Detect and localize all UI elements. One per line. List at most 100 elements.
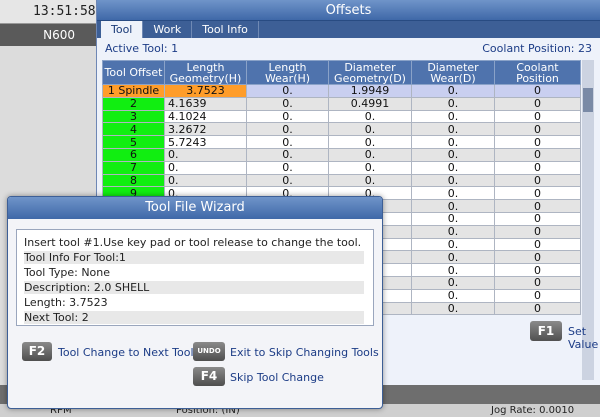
table-cell[interactable]: 6	[102, 147, 165, 162]
table-cell[interactable]: 0	[494, 122, 581, 137]
table-cell[interactable]: 0	[494, 173, 581, 188]
table-cell[interactable]: 0.	[246, 84, 329, 98]
table-cell[interactable]: 0	[494, 147, 581, 162]
table-cell[interactable]: 0.	[164, 173, 247, 188]
table-cell[interactable]: 5.7243	[164, 135, 247, 149]
table-cell[interactable]: 8	[102, 173, 165, 188]
table-cell[interactable]: 0.	[246, 135, 329, 149]
f4-key[interactable]: F4	[193, 367, 225, 386]
table-cell[interactable]: 0	[494, 160, 581, 175]
table-cell[interactable]: 0.	[411, 122, 495, 137]
table-cell[interactable]: 0.	[411, 250, 495, 265]
table-cell[interactable]: 0	[494, 84, 581, 98]
table-cell[interactable]: 0	[494, 301, 581, 316]
table-cell[interactable]: 0	[494, 211, 581, 226]
offsets-tabs: Tool Work Tool Info	[97, 21, 600, 38]
table-header-row: Tool Offset Length Geometry(H) Length We…	[102, 60, 581, 85]
header-diameter-geometry: Diameter Geometry(D)	[328, 60, 412, 85]
table-cell[interactable]: 1 Spindle	[102, 84, 165, 98]
table-row[interactable]: 6 0. 0. 0. 0. 0	[102, 147, 581, 162]
table-cell[interactable]: 0.	[411, 237, 495, 252]
coolant-position-label: Coolant Position: 23	[482, 42, 592, 55]
tab-work[interactable]: Work	[143, 21, 193, 38]
table-row[interactable]: 8 0. 0. 0. 0. 0	[102, 173, 581, 188]
scrollbar-thumb[interactable]	[583, 88, 593, 112]
tab-tool-info[interactable]: Tool Info	[192, 21, 259, 38]
table-cell[interactable]: 2	[102, 96, 165, 111]
table-row[interactable]: 7 0. 0. 0. 0. 0	[102, 160, 581, 175]
wizard-message-box: Insert tool #1.Use key pad or tool relea…	[16, 229, 374, 326]
table-cell[interactable]: 0.	[246, 96, 329, 111]
table-cell[interactable]: 0.	[411, 84, 495, 98]
header-coolant-position: Coolant Position	[494, 60, 581, 85]
tab-tool[interactable]: Tool	[101, 21, 144, 38]
table-cell[interactable]: 4.1024	[164, 109, 247, 124]
table-cell[interactable]: 0.	[246, 109, 329, 124]
table-cell[interactable]: 3.2672	[164, 122, 247, 137]
table-cell[interactable]: 3	[102, 109, 165, 124]
active-tool-label: Active Tool: 1	[105, 42, 179, 55]
table-cell[interactable]: 0.	[411, 96, 495, 111]
table-cell[interactable]: 4	[102, 122, 165, 137]
table-cell[interactable]: 4.1639	[164, 96, 247, 111]
undo-key[interactable]: UNDO	[193, 342, 225, 361]
table-cell[interactable]: 0.	[246, 147, 329, 162]
table-cell[interactable]: 0.	[411, 147, 495, 162]
table-cell[interactable]: 0	[494, 199, 581, 213]
table-row[interactable]: 1 Spindle 3.7523 0. 1.9949 0. 0	[102, 84, 581, 98]
f2-key[interactable]: F2	[22, 342, 52, 361]
table-cell[interactable]: 0.	[411, 135, 495, 149]
table-cell[interactable]: 0	[494, 275, 581, 290]
table-cell[interactable]: 7	[102, 160, 165, 175]
table-cell[interactable]: 0.	[411, 301, 495, 316]
table-cell[interactable]: 0	[494, 109, 581, 124]
table-cell[interactable]: 0.	[328, 135, 412, 149]
table-cell[interactable]: 0	[494, 135, 581, 149]
table-cell[interactable]: 0.	[411, 173, 495, 188]
table-cell[interactable]: 0	[494, 237, 581, 252]
table-cell[interactable]: 0.	[328, 160, 412, 175]
table-cell[interactable]: 0.	[411, 186, 495, 201]
table-row[interactable]: 4 3.2672 0. 0. 0. 0	[102, 122, 581, 137]
table-cell[interactable]: 0.	[246, 173, 329, 188]
table-cell[interactable]: 0.	[246, 160, 329, 175]
table-cell[interactable]: 0.	[328, 109, 412, 124]
header-length-wear: Length Wear(H)	[246, 60, 329, 85]
clock-display: 13:51:58	[0, 0, 96, 24]
table-cell[interactable]: 0.	[411, 160, 495, 175]
table-cell[interactable]: 0.	[328, 173, 412, 188]
table-cell[interactable]: 0.	[411, 275, 495, 290]
table-cell[interactable]: 3.7523	[164, 84, 247, 98]
table-cell[interactable]: 0.	[328, 147, 412, 162]
table-cell[interactable]: 0.	[164, 147, 247, 162]
table-cell[interactable]: 0.	[411, 211, 495, 226]
tool-file-wizard-dialog: Tool File Wizard Insert tool #1.Use key …	[7, 196, 383, 409]
table-row[interactable]: 2 4.1639 0. 0.4991 0. 0	[102, 96, 581, 111]
table-cell[interactable]: 5	[102, 135, 165, 149]
table-cell[interactable]: 0	[494, 250, 581, 265]
set-value-label: Set Value	[568, 325, 599, 351]
table-cell[interactable]: 1.9949	[328, 84, 412, 98]
table-cell[interactable]: 0	[494, 96, 581, 111]
f1-key[interactable]: F1	[530, 321, 562, 341]
table-cell[interactable]: 0.4991	[328, 96, 412, 111]
offsets-info-row: Active Tool: 1 Coolant Position: 23	[97, 38, 600, 58]
table-cell[interactable]: 0.	[411, 288, 495, 303]
table-cell[interactable]: 0.	[246, 122, 329, 137]
table-cell[interactable]: 0.	[411, 263, 495, 277]
table-cell[interactable]: 0.	[164, 160, 247, 175]
table-cell[interactable]: 0.	[328, 122, 412, 137]
table-cell[interactable]: 0.	[411, 199, 495, 213]
header-tool-offset: Tool Offset	[102, 60, 165, 85]
wizard-tool-info: Tool Info For Tool:1	[24, 251, 364, 264]
table-cell[interactable]: 0.	[411, 224, 495, 239]
table-row[interactable]: 5 5.7243 0. 0. 0. 0	[102, 135, 581, 149]
table-row[interactable]: 3 4.1024 0. 0. 0. 0	[102, 109, 581, 124]
table-cell[interactable]: 0	[494, 263, 581, 277]
wizard-description: Description: 2.0 SHELL	[24, 281, 364, 294]
table-cell[interactable]: 0.	[411, 109, 495, 124]
program-number: N600	[0, 24, 96, 46]
table-cell[interactable]: 0	[494, 186, 581, 201]
table-cell[interactable]: 0	[494, 224, 581, 239]
table-cell[interactable]: 0	[494, 288, 581, 303]
